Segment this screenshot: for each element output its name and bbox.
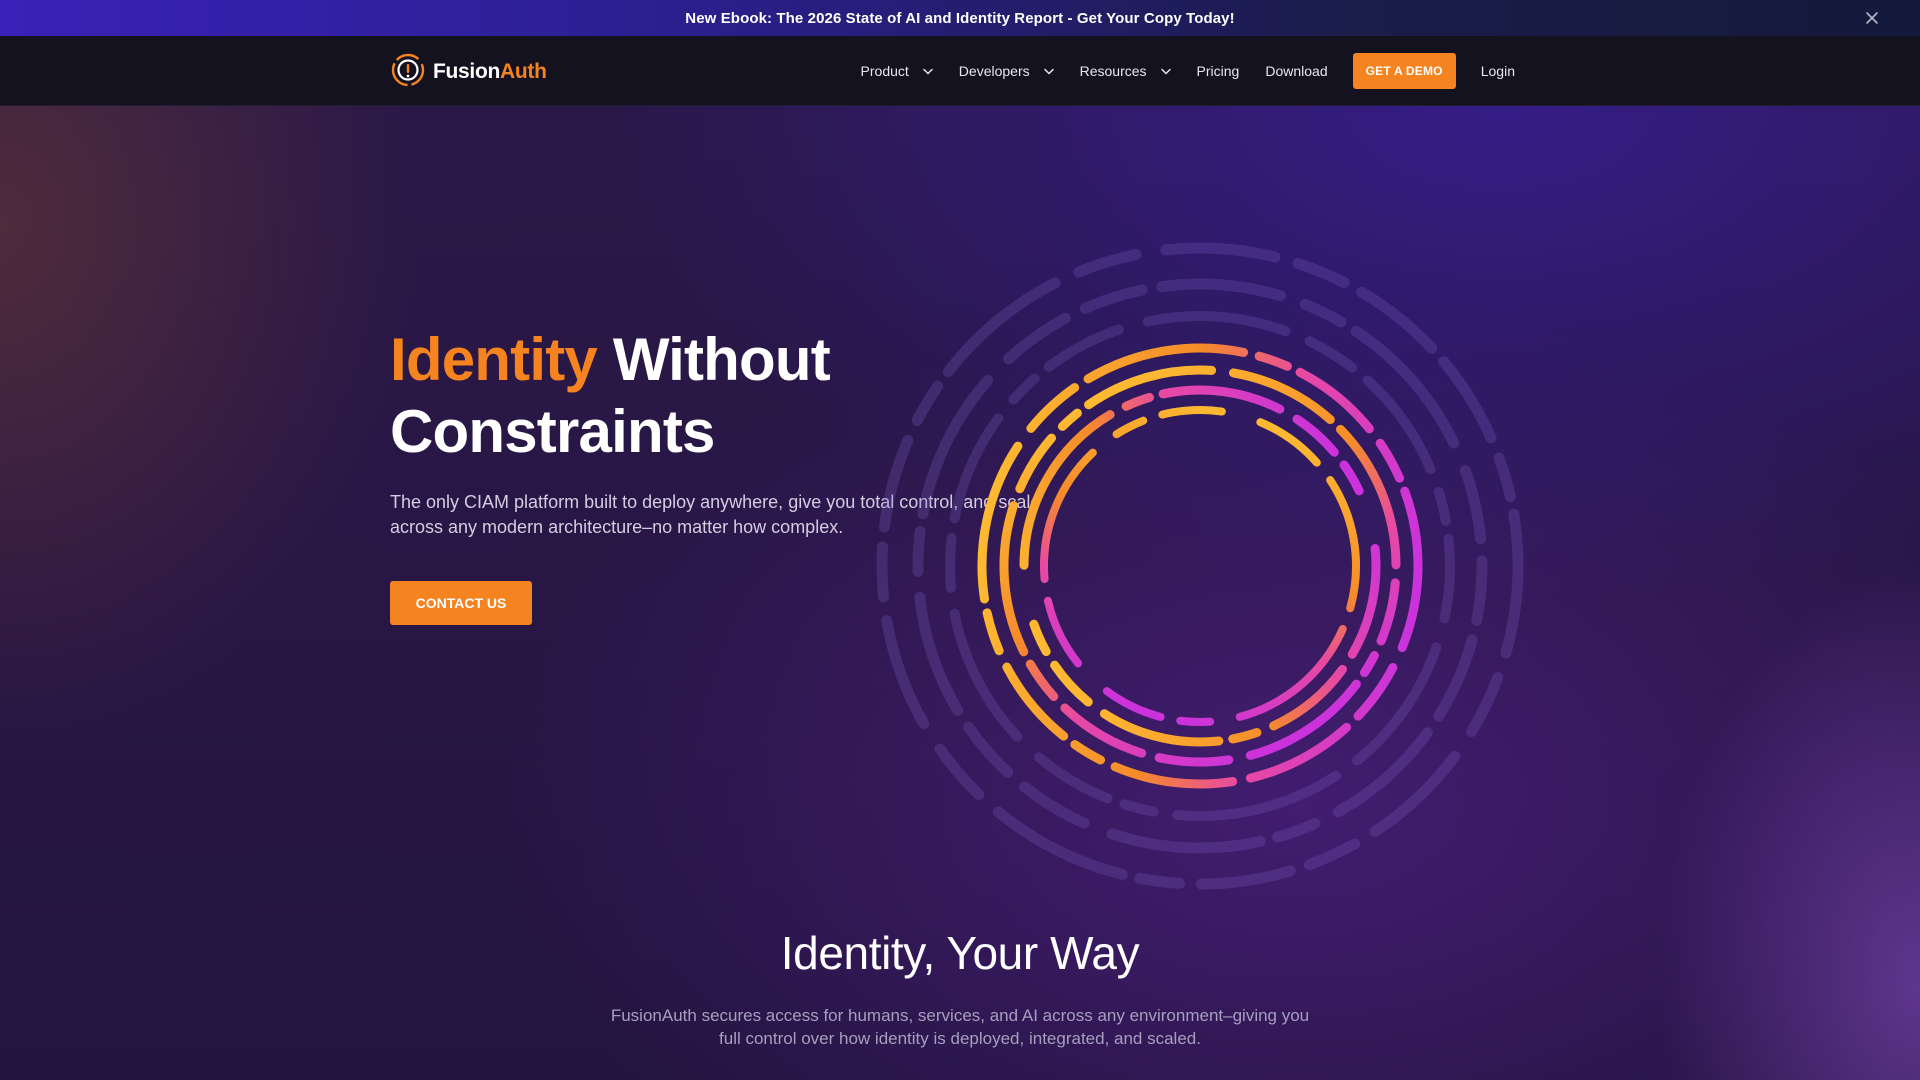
nav-item-product[interactable]: Product [861, 63, 933, 79]
hero-section: Identity Without Constraints The only CI… [0, 106, 1920, 1080]
hero-title-line2: Constraints [390, 398, 715, 465]
fusionauth-logo[interactable]: FusionAuth [389, 53, 547, 91]
nav-item-pricing[interactable]: Pricing [1197, 63, 1240, 79]
section-subtitle: FusionAuth secures access for humans, se… [610, 1006, 1310, 1048]
logo-wordmark: FusionAuth [433, 60, 547, 84]
nav-item-label: Pricing [1196, 63, 1240, 79]
nav-item-resources[interactable]: Resources [1080, 63, 1171, 79]
get-a-demo-button[interactable]: GET A DEMO [1352, 53, 1456, 89]
fusionauth-logo-icon [389, 51, 427, 94]
nav-item-label: Developers [958, 63, 1030, 79]
close-icon[interactable] [1864, 10, 1880, 26]
chevron-down-icon [923, 68, 933, 75]
section-title: Identity, Your Way [780, 927, 1140, 979]
decorative-rings-graphic [876, 242, 1524, 890]
login-link[interactable]: Login [1481, 63, 1515, 79]
chevron-down-icon [1043, 68, 1054, 75]
announcement-banner: New Ebook: The 2026 State of AI and Iden… [0, 0, 1920, 36]
hero-title-accent: Identity [390, 326, 598, 393]
logo-word-auth: Auth [500, 60, 547, 83]
nav-item-label: Product [860, 63, 909, 79]
nav-menu: Product Developers Resources Pricing Dow… [861, 36, 1515, 106]
hero-title-word: Without [612, 326, 831, 393]
logo-word-fusion: Fusion [433, 60, 501, 83]
chevron-down-icon [1160, 68, 1171, 75]
nav-item-label: Resources [1079, 63, 1147, 79]
nav-item-download[interactable]: Download [1265, 63, 1327, 79]
nav-item-label: Download [1265, 63, 1328, 79]
contact-us-button[interactable]: CONTACT US [390, 581, 532, 625]
banner-ebook-link[interactable]: New Ebook: The 2026 State of AI and Iden… [685, 10, 1234, 27]
main-nav: FusionAuth Product Developers Resources … [0, 36, 1920, 106]
nav-item-developers[interactable]: Developers [959, 63, 1054, 79]
